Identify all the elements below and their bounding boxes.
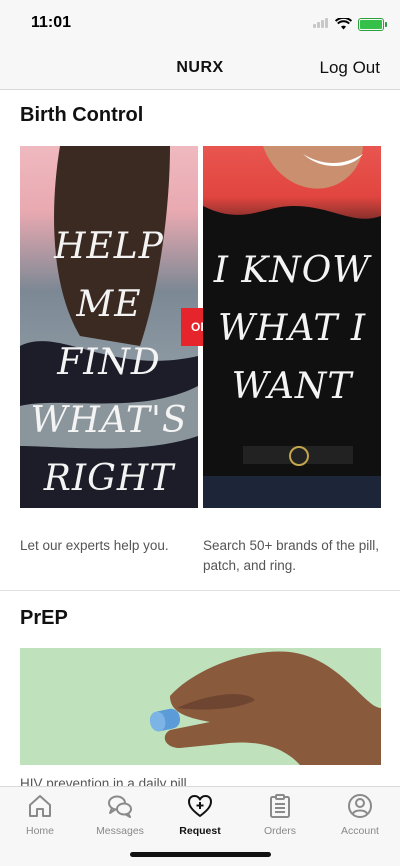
tab-orders[interactable]: Orders [240,793,320,837]
tab-label: Account [341,825,379,837]
birth-control-title: Birth Control [20,104,144,126]
home-indicator [130,852,271,857]
tab-label: Messages [96,825,144,837]
tab-messages[interactable]: Messages [80,793,160,837]
messages-icon [108,795,132,818]
section-divider [0,590,400,591]
tab-label: Request [179,825,221,837]
tab-label: Home [25,825,54,837]
hand-with-pill-photo [149,651,381,765]
prep-title: PrEP [20,607,68,629]
tab-label: Orders [263,825,297,837]
tab-account[interactable]: Account [320,793,400,837]
tab-request[interactable]: Request [160,793,240,837]
i-know-text: I KNOW WHAT I WANT [213,250,371,407]
tab-home[interactable]: Home [0,793,80,837]
i-know-what-i-want-tile[interactable]: I KNOW WHAT I WANT [203,146,381,508]
prep-banner[interactable] [20,648,381,765]
heart-plus-icon [188,795,212,817]
find-whats-right-tile[interactable]: HELP ME FIND WHAT'S RIGHT [20,146,198,508]
main-content: Birth Control HELP ME FIND WHAT'S RIGHT … [0,0,400,786]
help-me-find-text: HELP ME FIND WHAT'S RIGHT [30,226,188,499]
clipboard-icon [270,794,290,818]
right-tile-caption: Search 50+ brands of the pill, patch, an… [203,538,379,573]
account-icon [348,794,372,818]
left-tile-caption: Let our experts help you. [20,538,169,553]
prep-caption: HIV prevention in a daily pill. [20,776,191,786]
home-icon [29,795,51,817]
